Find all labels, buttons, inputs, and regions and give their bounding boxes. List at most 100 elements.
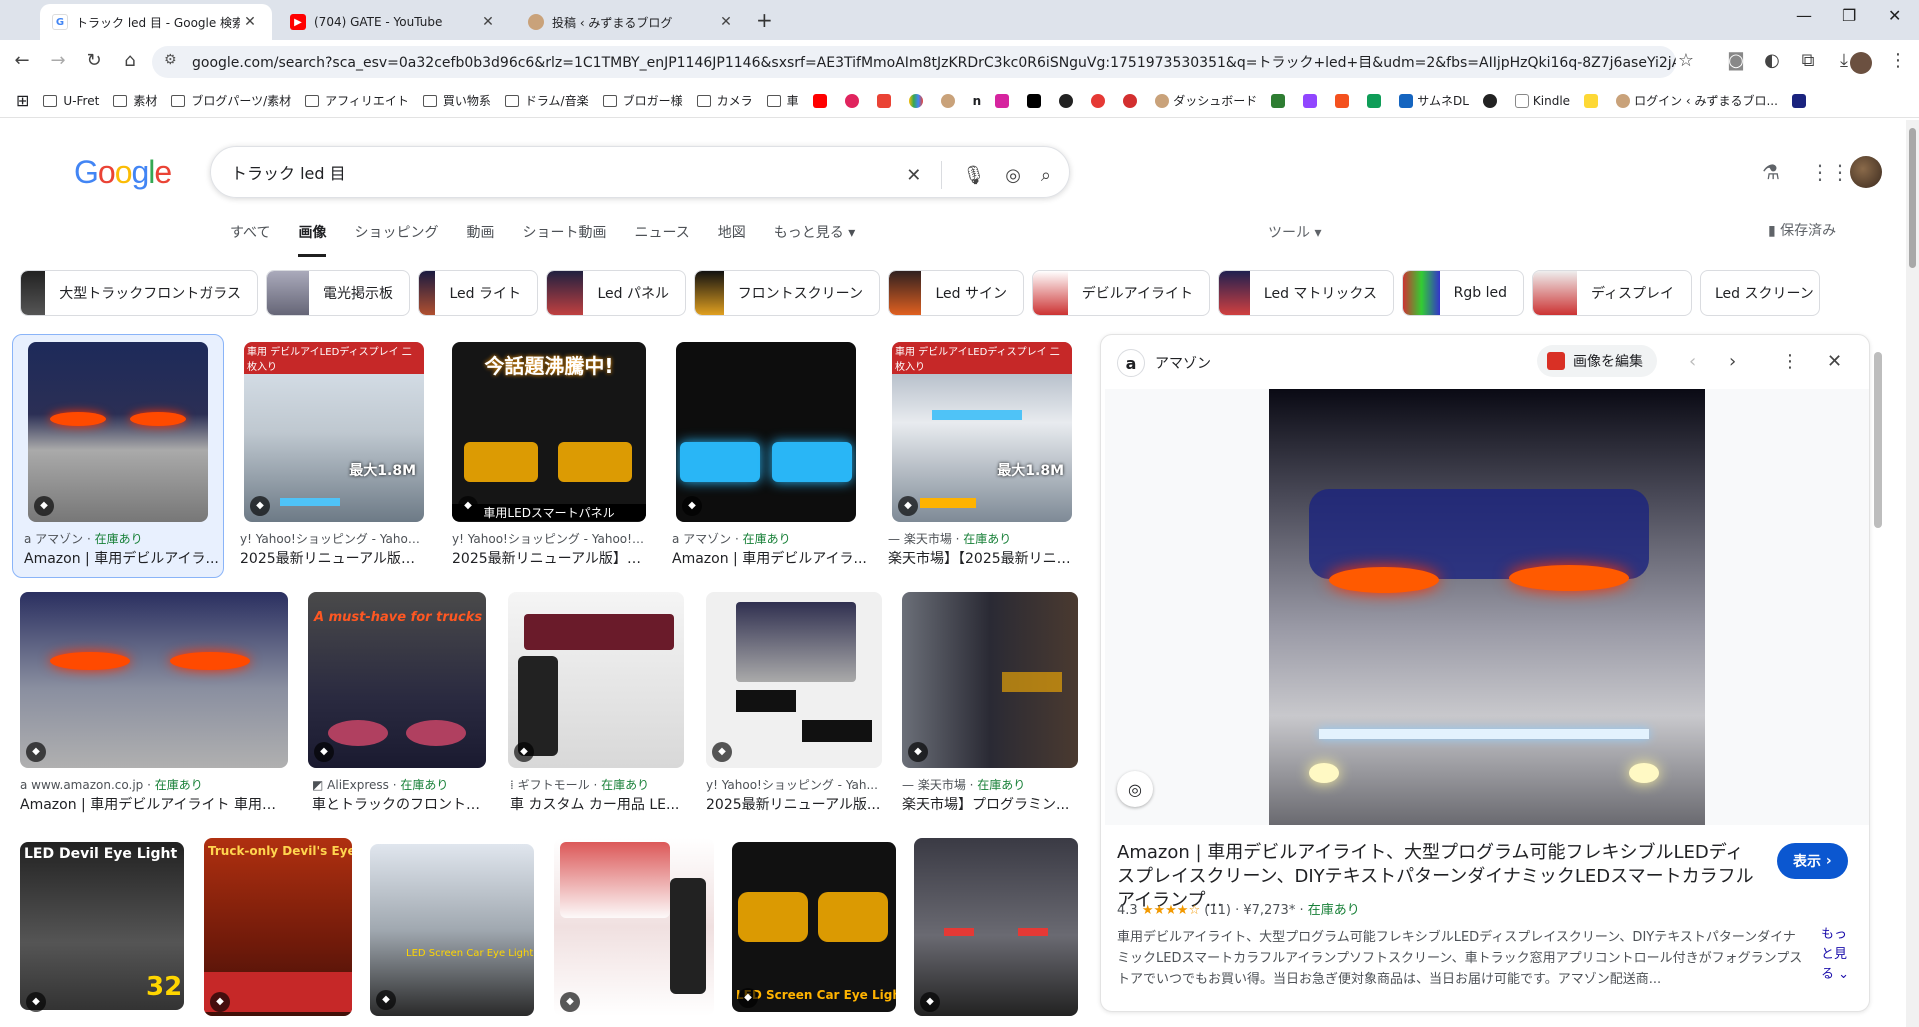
- tab-news[interactable]: ニュース: [634, 222, 689, 257]
- close-tab-icon[interactable]: ✕: [240, 14, 260, 30]
- bookmark-folder[interactable]: ブロガー様: [602, 92, 683, 109]
- menu-icon[interactable]: ⋮: [1886, 50, 1910, 71]
- dashboard-bookmark[interactable]: ダッシュボード: [1155, 92, 1257, 109]
- alert-bookmark-icon[interactable]: [1123, 93, 1141, 108]
- extensions-icon[interactable]: ⧉: [1796, 50, 1820, 71]
- lens-search-icon[interactable]: ◎: [1117, 771, 1153, 807]
- close-icon[interactable]: ✕: [1827, 351, 1842, 372]
- panel-source[interactable]: a アマゾン: [1117, 349, 1211, 377]
- labs-icon[interactable]: ⚗: [1762, 160, 1780, 184]
- tab-blog[interactable]: 投稿 ‹ みずまるブログ ✕: [516, 4, 748, 40]
- chip[interactable]: Led ライト: [418, 270, 538, 316]
- result-caption[interactable]: 2025最新リニューアル版】デ...: [452, 548, 646, 568]
- chip[interactable]: ディスプレイ: [1532, 270, 1692, 316]
- camera-icon[interactable]: ◙: [1724, 50, 1748, 71]
- login-bookmark[interactable]: ログイン ‹ みずまるブロ...: [1616, 92, 1778, 109]
- result-source[interactable]: — 楽天市場 · 在庫あり: [902, 776, 1078, 793]
- close-tab-icon[interactable]: ✕: [478, 14, 498, 30]
- n-bookmark-icon[interactable]: n: [973, 94, 982, 108]
- close-window-icon[interactable]: ✕: [1888, 6, 1901, 25]
- site-info-icon[interactable]: ⚙: [164, 52, 177, 68]
- preview-image[interactable]: [1269, 389, 1705, 825]
- google-apps-icon[interactable]: ⋮⋮: [1810, 160, 1850, 184]
- threads-bookmark-icon[interactable]: [1059, 93, 1077, 108]
- chip[interactable]: 大型トラックフロントガラス: [20, 270, 258, 316]
- result-source[interactable]: y! Yahoo!ショッピング - Yah...: [706, 776, 882, 793]
- result-source[interactable]: y! Yahoo!ショッピング - Yahoo! ...: [452, 530, 646, 547]
- back-icon[interactable]: ←: [10, 50, 34, 71]
- youtube-bookmark-icon[interactable]: [812, 93, 831, 108]
- reload-icon[interactable]: ↻: [82, 50, 106, 71]
- tab-images[interactable]: 画像: [298, 222, 327, 257]
- tab-videos[interactable]: 動画: [466, 222, 494, 257]
- bookmark-folder[interactable]: ドラム/音楽: [504, 92, 589, 109]
- minimize-icon[interactable]: —: [1796, 6, 1812, 25]
- tab-maps[interactable]: 地図: [718, 222, 746, 257]
- result-caption[interactable]: Amazon | 車用デビルアイライト 車用悪...: [20, 794, 288, 814]
- bookmark-folder[interactable]: ブログパーツ/素材: [171, 92, 291, 109]
- result-source[interactable]: a www.amazon.co.jp · 在庫あり: [20, 776, 288, 793]
- tab-short-videos[interactable]: ショート動画: [522, 222, 606, 257]
- clear-icon[interactable]: ✕: [906, 165, 921, 186]
- result-source[interactable]: y! Yahoo!ショッピング - Yahoo! ...: [240, 530, 426, 547]
- panel-scrollbar[interactable]: [1874, 352, 1882, 528]
- x-bookmark-icon[interactable]: [1027, 93, 1045, 108]
- result-source[interactable]: a アマゾン · 在庫あり: [24, 530, 224, 547]
- tab-google-search[interactable]: G トラック led 目 - Google 検索 ✕: [40, 4, 272, 40]
- restore-icon[interactable]: ❐: [1842, 6, 1856, 25]
- tab-all[interactable]: すべて: [230, 222, 270, 257]
- scrollbar-thumb[interactable]: [1909, 128, 1916, 268]
- result-caption[interactable]: 楽天市場】プログラミン...: [902, 794, 1078, 814]
- result-caption[interactable]: 2025最新リニューアル版】デ...: [240, 548, 426, 568]
- sheets-bookmark-icon[interactable]: [1367, 93, 1385, 108]
- chip[interactable]: フロントスクリーン: [694, 270, 880, 316]
- bookmark-star-icon[interactable]: ☆: [1674, 50, 1698, 71]
- avatar-bookmark-icon[interactable]: [940, 93, 959, 108]
- chip[interactable]: Led マトリックス: [1218, 270, 1394, 316]
- tab-youtube[interactable]: ▶ (704) GATE - YouTube ✕: [278, 4, 510, 40]
- twitch-bookmark-icon[interactable]: [1303, 93, 1321, 108]
- bookmark-folder[interactable]: 買い物系: [422, 92, 491, 109]
- result-caption[interactable]: 2025最新リニューアル版...: [706, 794, 882, 814]
- result-caption[interactable]: 車とトラックのフロントガ...: [312, 794, 490, 814]
- result-source[interactable]: ◩ AliExpress · 在庫あり: [312, 776, 490, 793]
- profile-avatar[interactable]: [1850, 52, 1872, 74]
- gmail-bookmark-icon[interactable]: [876, 93, 895, 108]
- search-icon[interactable]: ⌕: [1041, 165, 1051, 186]
- result-caption[interactable]: Amazon | 車用デビルアイラ...: [672, 548, 868, 568]
- forward-icon[interactable]: →: [46, 50, 70, 71]
- edit-image-button[interactable]: 画像を編集: [1537, 345, 1657, 377]
- extension-color-icon[interactable]: ◐: [1760, 50, 1784, 71]
- tab-shopping[interactable]: ショッピング: [354, 222, 438, 257]
- chip[interactable]: 電光掲示板: [266, 270, 410, 316]
- search-query[interactable]: トラック led 目: [231, 160, 346, 184]
- bookmark-folder[interactable]: カメラ: [696, 92, 753, 109]
- account-avatar[interactable]: [1850, 156, 1882, 188]
- more-link[interactable]: もっと見る ⌄: [1821, 925, 1851, 985]
- google-logo[interactable]: Google: [74, 154, 172, 191]
- cube-bookmark-icon[interactable]: [1791, 93, 1810, 108]
- tools-button[interactable]: ツール ▾: [1268, 222, 1321, 242]
- thumbnail-dl-bookmark[interactable]: サムネDL: [1399, 92, 1469, 109]
- kindle-bookmark[interactable]: Kindle: [1514, 93, 1570, 108]
- lens-icon[interactable]: ◎: [1005, 165, 1021, 186]
- close-tab-icon[interactable]: ✕: [716, 14, 736, 30]
- microphone-icon[interactable]: 🎙: [962, 165, 985, 186]
- result-source[interactable]: — 楽天市場 · 在庫あり: [888, 530, 1078, 547]
- result-caption[interactable]: 楽天市場】【2025最新リニュ...: [888, 548, 1078, 568]
- chip[interactable]: Led パネル: [546, 270, 686, 316]
- result-caption[interactable]: 車 カスタム カー用品 LE...: [510, 794, 686, 814]
- threads2-bookmark-icon[interactable]: [1482, 93, 1501, 108]
- bookmark-folder[interactable]: U-Fret: [43, 94, 99, 108]
- more-options-icon[interactable]: ⋮: [1781, 351, 1799, 372]
- saved-button[interactable]: ▮ 保存済み: [1768, 220, 1836, 240]
- chip[interactable]: デビルアイライト: [1032, 270, 1210, 316]
- apps-icon[interactable]: ⊞: [16, 91, 29, 110]
- page-scrollbar[interactable]: [1906, 120, 1919, 1027]
- instagram-bookmark-icon[interactable]: [995, 93, 1013, 108]
- tab-more[interactable]: もっと見る ▾: [774, 222, 855, 257]
- visit-button[interactable]: 表示 ›: [1777, 843, 1848, 879]
- prev-icon[interactable]: ‹: [1689, 351, 1696, 372]
- photos-bookmark-icon[interactable]: [908, 93, 927, 108]
- bookmark-folder[interactable]: 素材: [113, 92, 157, 109]
